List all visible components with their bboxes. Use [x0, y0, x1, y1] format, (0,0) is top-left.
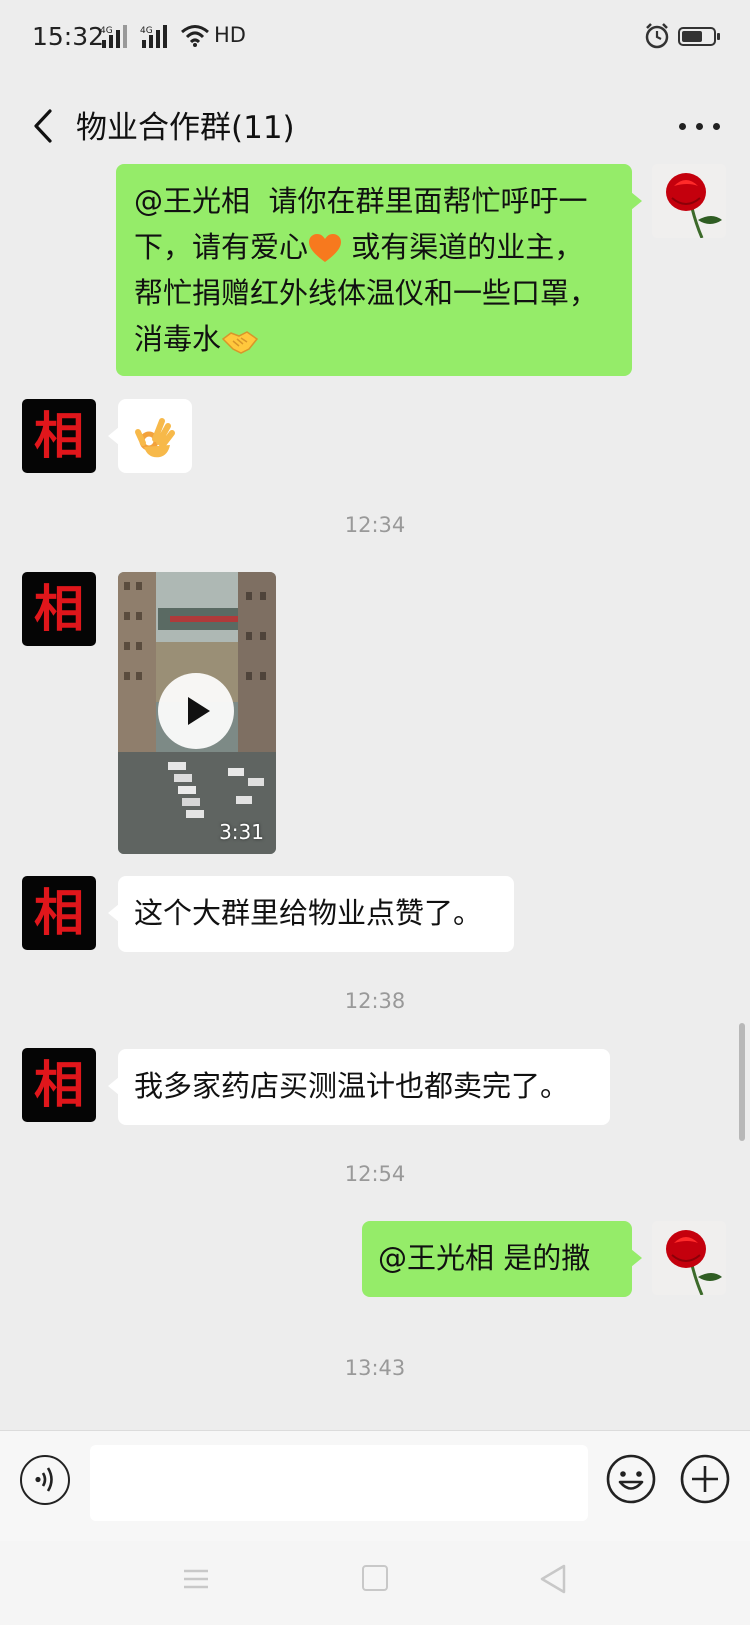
timestamp: 12:34: [344, 513, 406, 537]
message-input[interactable]: [90, 1445, 588, 1521]
menu-icon[interactable]: [182, 1565, 210, 1593]
home-icon[interactable]: [362, 1565, 388, 1591]
message-text: 我多家药店买测温计也都卖完了。: [134, 1069, 570, 1103]
timestamp: 13:43: [344, 1356, 406, 1380]
voice-icon[interactable]: [20, 1455, 70, 1505]
hd-label: HD: [214, 23, 246, 47]
message-line: @王光相 请你在群里面帮忙呼吁一: [134, 184, 588, 218]
orange-heart-emoji: [309, 234, 342, 262]
more-dots-icon[interactable]: [676, 106, 726, 146]
message-line: 下，请有爱心 或有渠道的业主，: [134, 230, 584, 264]
back-triangle-icon[interactable]: [538, 1563, 568, 1595]
wifi-icon: [181, 25, 209, 47]
message-bubble-self[interactable]: @王光相 请你在群里面帮忙呼吁一 下，请有爱心 或有渠道的业主， 帮忙捐赠红外线…: [116, 164, 642, 376]
avatar-other[interactable]: 相: [22, 572, 96, 646]
status-bar: 15:32 4G 4G HD: [0, 0, 750, 76]
chevron-left-icon[interactable]: [24, 101, 64, 151]
svg-text:4G: 4G: [140, 26, 153, 36]
scrollbar-thumb[interactable]: [739, 1023, 745, 1141]
message-bubble-other[interactable]: 这个大群里给物业点赞了。: [108, 876, 514, 952]
emoji-icon[interactable]: [605, 1453, 657, 1505]
message-line: 帮忙捐赠红外线体温仪和一些口罩，: [134, 276, 599, 310]
mention[interactable]: @王光相: [134, 184, 250, 218]
message-text: @王光相 是的撒: [378, 1241, 591, 1275]
chat-header: 物业合作群(11): [0, 76, 750, 176]
message-bubble-other[interactable]: 我多家药店买测温计也都卖完了。: [108, 1049, 610, 1125]
input-bar: [0, 1430, 750, 1541]
avatar-other[interactable]: 相: [22, 1048, 96, 1122]
message-bubble-other[interactable]: [108, 399, 192, 473]
message-bubble-self[interactable]: @王光相 是的撒: [362, 1221, 642, 1297]
handshake-emoji: [221, 331, 259, 354]
avatar-self[interactable]: [652, 164, 726, 238]
status-time: 15:32: [32, 22, 105, 51]
timestamp: 12:38: [344, 989, 406, 1013]
ok-hand-emoji: [135, 418, 175, 458]
chat-title: 物业合作群(11): [76, 110, 295, 146]
system-nav-bar: [0, 1541, 750, 1625]
alarm-icon: [645, 23, 669, 49]
plus-icon[interactable]: [679, 1453, 731, 1505]
svg-text:4G: 4G: [100, 26, 113, 36]
signal-icon: 4G: [140, 25, 167, 48]
battery-icon: [678, 27, 720, 46]
rose-avatar-image: [652, 1221, 726, 1295]
message-text: 这个大群里给物业点赞了。: [134, 896, 483, 930]
avatar-other[interactable]: 相: [22, 876, 96, 950]
video-duration: 3:31: [219, 820, 264, 844]
message-line: 消毒水: [134, 316, 614, 362]
avatar-other[interactable]: 相: [22, 399, 96, 473]
timestamp: 12:54: [344, 1162, 406, 1186]
play-icon[interactable]: [158, 673, 234, 749]
battery-fill: [682, 31, 702, 42]
signal-icon: 4G: [100, 25, 127, 48]
video-message[interactable]: 3:31: [118, 572, 276, 854]
rose-avatar-image: [652, 164, 726, 238]
avatar-self[interactable]: [652, 1221, 726, 1295]
